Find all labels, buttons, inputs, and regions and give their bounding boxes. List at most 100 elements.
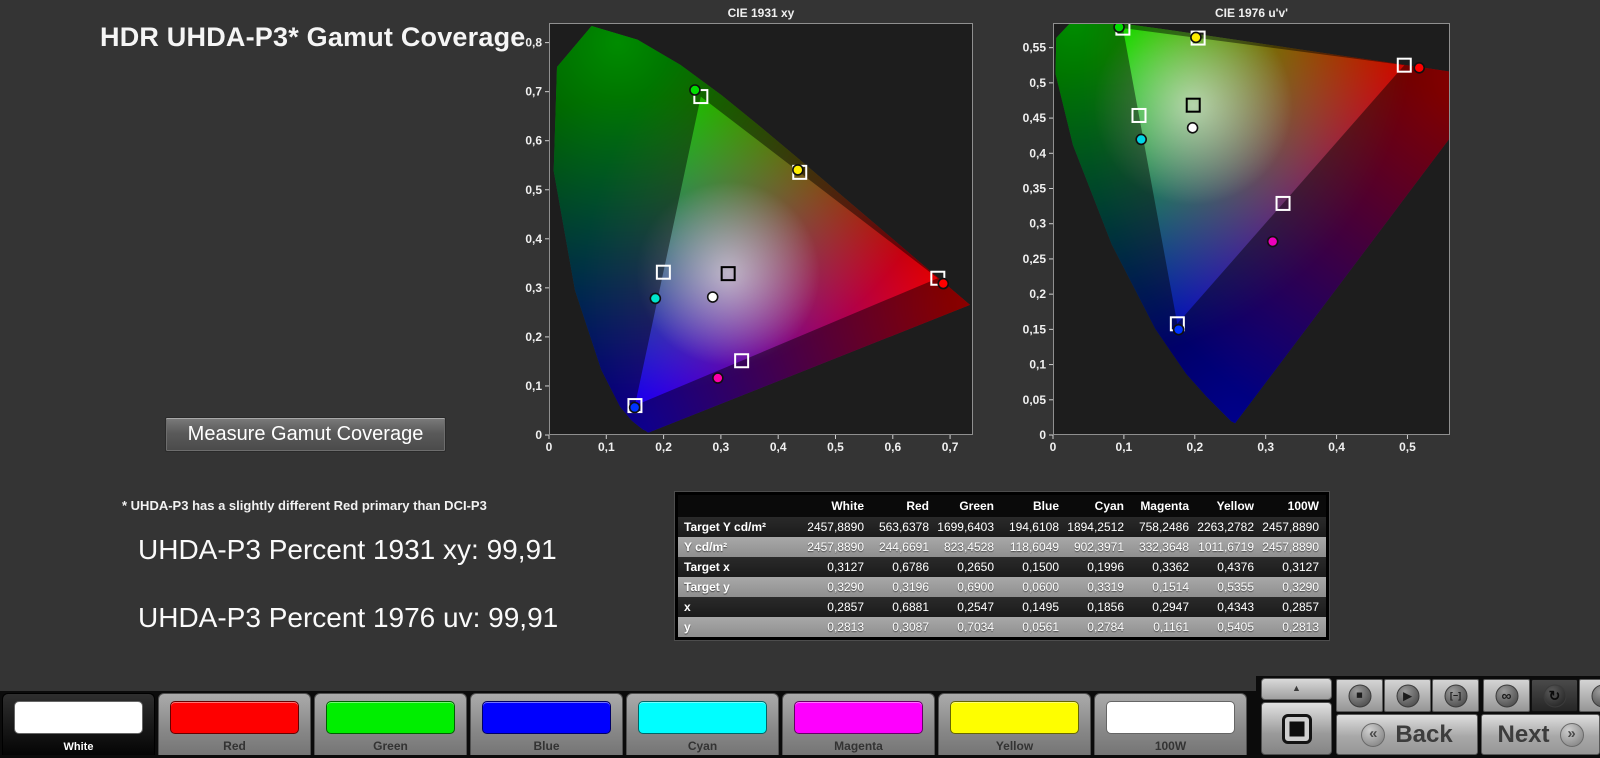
table-value-cell: 0,5405 bbox=[1196, 617, 1261, 637]
table-value-cell: 1699,6403 bbox=[936, 517, 1001, 537]
pattern-swatch-white[interactable]: White bbox=[2, 693, 155, 755]
next-button[interactable]: Next » bbox=[1481, 714, 1600, 755]
x-tick-label: 0,4 bbox=[1328, 440, 1345, 454]
white-measured-point bbox=[1188, 123, 1198, 133]
table-value-cell: 1011,6719 bbox=[1196, 537, 1261, 557]
swatch-color-block bbox=[794, 701, 923, 734]
table-value-cell: 0,1856 bbox=[1066, 597, 1131, 617]
blank-button[interactable] bbox=[1579, 679, 1600, 712]
y-tick-label: 0,5 bbox=[1029, 76, 1046, 90]
swatch-color-block bbox=[170, 701, 299, 734]
cie-1931-chart: 00,10,20,30,40,50,60,700,10,20,30,40,50,… bbox=[504, 23, 982, 459]
table-value-cell: 0,1500 bbox=[1001, 557, 1066, 577]
swatch-color-block bbox=[482, 701, 611, 734]
table-value-cell: 0,5355 bbox=[1196, 577, 1261, 597]
swatch-label: Magenta bbox=[783, 739, 934, 753]
single-measure-button[interactable]: [−] bbox=[1432, 679, 1479, 712]
swatch-color-block bbox=[1106, 701, 1235, 734]
table-value-cell: 0,2813 bbox=[806, 617, 871, 637]
table-value-cell: 902,3971 bbox=[1066, 537, 1131, 557]
table-value-cell: 0,3290 bbox=[1261, 577, 1326, 597]
refresh-button[interactable]: ↻ bbox=[1531, 679, 1578, 712]
table-value-cell: 194,6108 bbox=[1001, 517, 1066, 537]
table-value-cell: 2263,2782 bbox=[1196, 517, 1261, 537]
table-value-cell: 823,4528 bbox=[936, 537, 1001, 557]
chevron-right-icon: » bbox=[1560, 723, 1584, 747]
cie-1931-chart-panel: CIE 1931 xy 00,10,20,30,40,50,60,700,10,… bbox=[504, 6, 982, 456]
table-value-cell: 0,2650 bbox=[936, 557, 1001, 577]
table-value-cell: 1894,2512 bbox=[1066, 517, 1131, 537]
x-tick-label: 0,5 bbox=[827, 440, 844, 454]
x-tick-label: 0,4 bbox=[770, 440, 787, 454]
cyan-measured-point bbox=[1136, 134, 1146, 144]
chevron-left-icon: « bbox=[1361, 723, 1385, 747]
pattern-window-icon bbox=[1282, 714, 1312, 744]
table-value-cell: 0,6786 bbox=[871, 557, 936, 577]
table-value-cell: 0,3127 bbox=[1261, 557, 1326, 577]
table-value-cell: 2457,8890 bbox=[1261, 537, 1326, 557]
measure-gamut-coverage-button[interactable]: Measure Gamut Coverage bbox=[165, 417, 446, 452]
x-tick-label: 0 bbox=[1050, 440, 1057, 454]
y-tick-label: 0,3 bbox=[1029, 217, 1046, 231]
swatch-label: White bbox=[3, 741, 154, 753]
single-measure-icon: [−] bbox=[1444, 684, 1467, 707]
percent-1976-readout: UHDA-P3 Percent 1976 uv: 99,91 bbox=[138, 602, 558, 634]
table-value-cell: 0,2547 bbox=[936, 597, 1001, 617]
pattern-swatch-red[interactable]: Red bbox=[158, 693, 311, 755]
x-tick-label: 0,7 bbox=[942, 440, 959, 454]
back-button-label: Back bbox=[1395, 721, 1452, 749]
table-value-cell: 2457,8890 bbox=[806, 537, 871, 557]
red-measured-point bbox=[938, 279, 948, 289]
stop-button[interactable]: ■ bbox=[1336, 679, 1383, 712]
y-tick-label: 0,3 bbox=[525, 281, 542, 295]
table-value-cell: 2457,8890 bbox=[806, 517, 871, 537]
collapse-panel-button[interactable]: ▲ bbox=[1261, 678, 1332, 700]
swatch-label: Red bbox=[159, 739, 310, 753]
table-value-cell: 0,1996 bbox=[1066, 557, 1131, 577]
back-button[interactable]: « Back bbox=[1336, 714, 1478, 755]
pattern-swatch-yellow[interactable]: Yellow bbox=[938, 693, 1091, 755]
table-value-cell: 244,6691 bbox=[871, 537, 936, 557]
refresh-icon: ↻ bbox=[1543, 684, 1566, 707]
x-tick-label: 0,1 bbox=[1116, 440, 1133, 454]
column-header-100w: 100W bbox=[1261, 495, 1326, 517]
pattern-window-button[interactable] bbox=[1261, 702, 1332, 755]
y-tick-label: 0,2 bbox=[525, 330, 542, 344]
y-tick-label: 0,8 bbox=[525, 36, 542, 50]
table-value-cell: 0,3290 bbox=[806, 577, 871, 597]
column-header-blue: Blue bbox=[1001, 495, 1066, 517]
x-tick-label: 0,6 bbox=[884, 440, 901, 454]
x-tick-label: 0,1 bbox=[598, 440, 615, 454]
y-tick-label: 0,4 bbox=[1029, 146, 1046, 160]
table-value-cell: 0,4376 bbox=[1196, 557, 1261, 577]
y-tick-label: 0 bbox=[535, 428, 542, 442]
continuous-measure-icon: ∞ bbox=[1495, 684, 1518, 707]
row-label: Y cd/m² bbox=[678, 537, 806, 557]
red-measured-point bbox=[1414, 63, 1424, 73]
pattern-swatch-green[interactable]: Green bbox=[314, 693, 467, 755]
y-tick-label: 0,35 bbox=[1023, 182, 1047, 196]
table-value-cell: 0,7034 bbox=[936, 617, 1001, 637]
play-button[interactable]: ▶ bbox=[1384, 679, 1431, 712]
green-measured-point bbox=[1114, 23, 1124, 32]
swatch-label: Green bbox=[315, 739, 466, 753]
pattern-swatch-strip: White Red Green BlueCyan Magenta Yellow100W bbox=[2, 693, 1247, 755]
measure-toolbar: ■▶ [−] ∞ ↻ bbox=[1336, 679, 1600, 712]
table-value-cell: 0,6900 bbox=[936, 577, 1001, 597]
magenta-measured-point bbox=[1268, 237, 1278, 247]
table-value-cell: 0,2784 bbox=[1066, 617, 1131, 637]
pattern-swatch-100w[interactable]: 100W bbox=[1094, 693, 1247, 755]
cie-1976-chart-panel: CIE 1976 u'v' 00,10,20,30,40,500,050,10,… bbox=[988, 6, 1458, 456]
y-tick-label: 0,6 bbox=[525, 134, 542, 148]
row-label: Target x bbox=[678, 557, 806, 577]
swatch-color-block bbox=[638, 701, 767, 734]
table-value-cell: 758,2486 bbox=[1131, 517, 1196, 537]
percent-1931-readout: UHDA-P3 Percent 1931 xy: 99,91 bbox=[138, 534, 557, 566]
pattern-swatch-cyan[interactable]: Cyan bbox=[626, 693, 779, 755]
pattern-swatch-blue[interactable]: Blue bbox=[470, 693, 623, 755]
pattern-swatch-magenta[interactable]: Magenta bbox=[782, 693, 935, 755]
table-value-cell: 0,0561 bbox=[1001, 617, 1066, 637]
calibration-app-window: HDR UHDA-P3* Gamut Coverage CIE 1931 xy … bbox=[0, 0, 1600, 758]
continuous-measure-button[interactable]: ∞ bbox=[1483, 679, 1530, 712]
y-tick-label: 0,4 bbox=[525, 232, 542, 246]
